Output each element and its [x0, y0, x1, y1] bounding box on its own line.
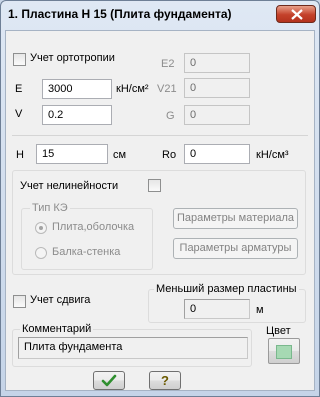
h-input[interactable]: 15 [36, 144, 108, 164]
min-size-input[interactable]: 0 [184, 299, 250, 319]
radio-beam-wall-label: Балка-стенка [52, 246, 121, 258]
ro-input[interactable]: 0 [184, 144, 250, 164]
h-unit: см [113, 149, 127, 161]
ro-unit: кН/см³ [256, 149, 289, 161]
radio-plate-shell[interactable] [35, 222, 47, 234]
shear-label: Учет сдвига [30, 294, 91, 306]
comment-field[interactable]: Плита фундамента [18, 337, 248, 359]
orthotropy-label: Учет ортотропии [30, 52, 115, 64]
color-swatch [276, 345, 292, 359]
orthotropy-checkbox[interactable] [13, 53, 26, 66]
section-separator [12, 135, 308, 136]
color-title: Цвет [266, 325, 291, 337]
dialog-window: 1. Пластина Н 15 (Плита фундамента) Учет… [0, 0, 320, 397]
shear-checkbox[interactable] [13, 295, 26, 308]
ok-button[interactable] [93, 371, 125, 390]
e-input[interactable]: 3000 [42, 79, 112, 99]
g-input[interactable]: 0 [184, 105, 250, 125]
v-input[interactable]: 0.2 [42, 105, 112, 125]
h-label: H [16, 149, 24, 161]
comment-title: Комментарий [20, 323, 94, 335]
min-size-title: Меньший размер пластины [154, 283, 299, 295]
min-size-unit: м [256, 304, 264, 316]
g-label: G [166, 110, 175, 122]
close-button[interactable] [276, 5, 316, 23]
radio-beam-wall[interactable] [35, 247, 47, 259]
checkmark-icon [101, 374, 117, 387]
nonlinearity-label: Учет нелинейности [20, 180, 119, 192]
e2-input[interactable]: 0 [184, 53, 250, 73]
window-title: 1. Пластина Н 15 (Плита фундамента) [8, 7, 232, 21]
ro-label: Ro [162, 149, 177, 161]
v21-input[interactable]: 0 [184, 78, 250, 98]
ke-type-group [21, 208, 153, 270]
title-bar[interactable]: 1. Пластина Н 15 (Плита фундамента) [1, 1, 319, 29]
dialog-body: Учет ортотропии E 3000 кН/см² V 0.2 E2 0… [5, 30, 315, 391]
v-label: V [15, 108, 23, 120]
e2-label: E2 [161, 58, 175, 70]
help-button[interactable]: ? [149, 371, 181, 390]
reinforcement-params-button[interactable]: Параметры арматуры [173, 238, 298, 259]
ke-type-title: Тип КЭ [30, 202, 70, 214]
color-button[interactable] [268, 338, 300, 364]
material-params-button[interactable]: Параметры материала [173, 208, 298, 229]
e-unit: кН/см² [116, 83, 149, 95]
v21-label: V21 [157, 83, 177, 95]
radio-plate-shell-label: Плита,оболочка [52, 221, 135, 233]
nonlinearity-checkbox[interactable] [148, 179, 161, 192]
e-label: E [15, 83, 23, 95]
close-icon [291, 9, 303, 20]
